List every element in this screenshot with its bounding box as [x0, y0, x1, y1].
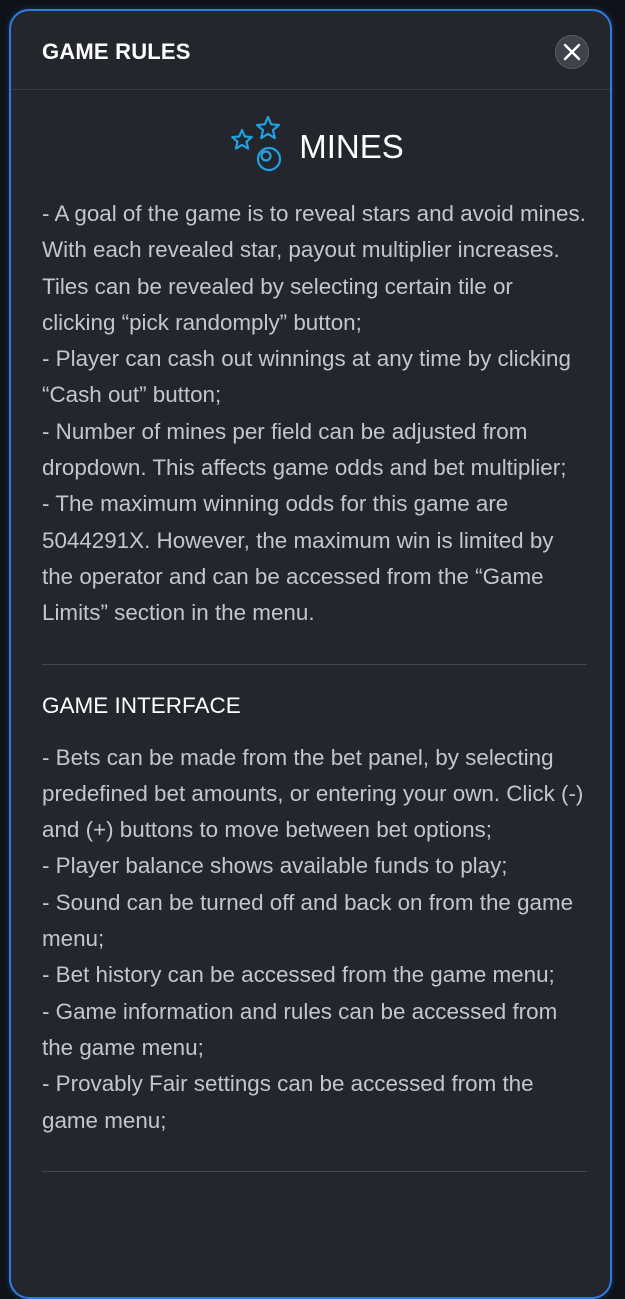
rule-item: - A goal of the game is to reveal stars … [42, 201, 586, 335]
interface-rules-list: - Bets can be made from the bet panel, b… [42, 740, 587, 1139]
rule-item: - Number of mines per field can be adjus… [42, 418, 567, 481]
stars-and-mine-icon [231, 115, 282, 172]
rule-item: - The maximum winning odds for this game… [42, 491, 554, 626]
interface-item: - Provably Fair settings can be accessed… [42, 1071, 534, 1133]
modal-title: GAME RULES [42, 39, 191, 64]
modal-content: MINES - A goal of the game is to reveal … [42, 90, 587, 1172]
interface-item: - Sound can be turned off and back on fr… [42, 889, 574, 952]
rule-item: - Player can cash out winnings at any ti… [42, 346, 571, 408]
section-divider [42, 663, 587, 665]
rules-modal: GAME RULES MINES - A goal of the game is… [9, 9, 612, 1299]
game-title: MINES [299, 128, 404, 165]
game-rules-list: - A goal of the game is to reveal stars … [42, 196, 587, 632]
interface-item: - Player balance shows available funds t… [42, 853, 508, 879]
interface-item: - Game information and rules can be acce… [42, 998, 558, 1060]
section-divider [42, 1170, 587, 1172]
modal-header: GAME RULES [11, 11, 610, 90]
section-title-game-interface: GAME INTERFACE [42, 692, 241, 718]
interface-item: - Bet history can be accessed from the g… [42, 962, 555, 988]
close-button[interactable] [555, 35, 589, 69]
close-icon [563, 43, 581, 61]
game-title-row: MINES [42, 90, 587, 196]
interface-item: - Bets can be made from the bet panel, b… [42, 744, 584, 843]
